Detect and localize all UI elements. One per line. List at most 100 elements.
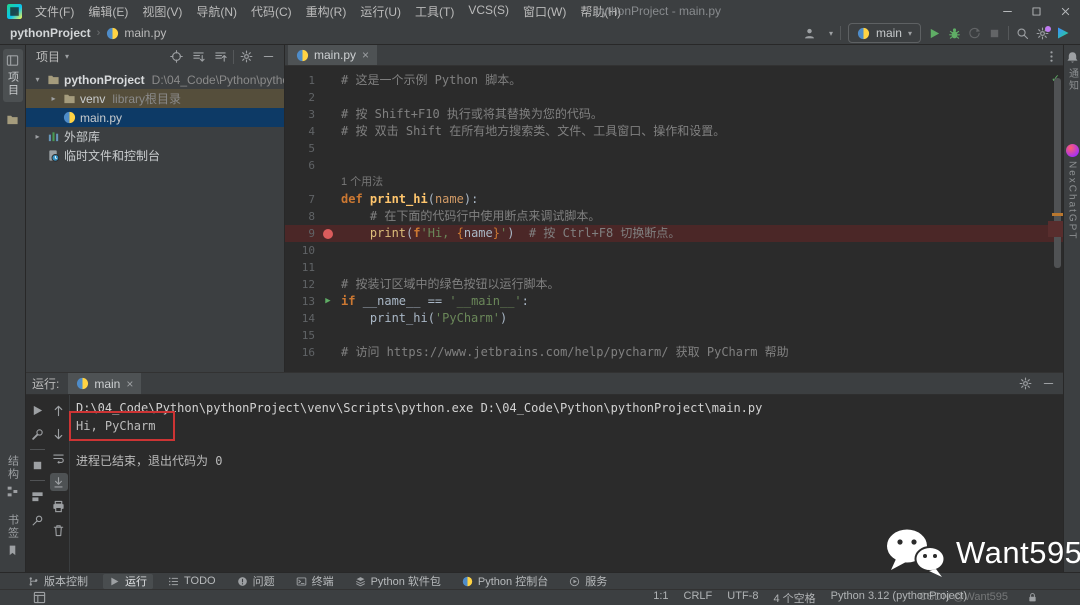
code-text[interactable]: # 这是一个示例 Python 脚本。	[341, 72, 1063, 89]
run-line-icon[interactable]: ▶	[325, 293, 330, 310]
tree-chevron-icon[interactable]: ▸	[32, 132, 43, 141]
line-number[interactable]: 4	[285, 123, 315, 140]
line-number[interactable]: 8	[285, 208, 315, 225]
gutter-spacer[interactable]	[315, 208, 341, 225]
code-text[interactable]: # 按 Shift+F10 执行或将其替换为您的代码。	[341, 106, 1063, 123]
hide-panel-icon[interactable]	[1039, 375, 1057, 393]
menu-item-2[interactable]: 视图(V)	[135, 0, 189, 23]
code-text[interactable]	[341, 259, 1063, 276]
print-icon[interactable]	[50, 497, 68, 515]
restore-layout-icon[interactable]	[28, 487, 46, 505]
line-number[interactable]: 15	[285, 327, 315, 344]
close-tab-icon[interactable]: ×	[362, 48, 369, 62]
maximize-button[interactable]	[1022, 0, 1051, 22]
code-text[interactable]	[341, 327, 1063, 344]
line-number[interactable]: 7	[285, 191, 315, 208]
line-number[interactable]: 2	[285, 89, 315, 106]
line-number[interactable]: 11	[285, 259, 315, 276]
code-text[interactable]: if __name__ == '__main__':	[341, 293, 1063, 310]
status-item-1[interactable]: CRLF	[684, 590, 713, 605]
code-text[interactable]: # 访问 https://www.jetbrains.com/help/pych…	[341, 344, 1063, 361]
status-item-4[interactable]: Python 3.12 (pythonProject)	[831, 590, 967, 605]
code-text[interactable]: # 按 双击 Shift 在所有地方搜索类、文件、工具窗口、操作和设置。	[341, 123, 1063, 140]
tool-window-button-Python 软件包[interactable]: Python 软件包	[349, 574, 447, 589]
code-area[interactable]: 1# 这是一个示例 Python 脚本。23# 按 Shift+F10 执行或将…	[285, 66, 1063, 372]
clear-all-icon[interactable]	[50, 521, 68, 539]
gutter-spacer[interactable]	[315, 140, 341, 157]
window-layout-icon[interactable]	[33, 591, 46, 604]
select-opened-file-icon[interactable]	[167, 47, 186, 66]
scroll-to-end-icon[interactable]	[50, 473, 68, 491]
menu-item-7[interactable]: 工具(T)	[408, 0, 461, 23]
editor-options-icon[interactable]	[1044, 49, 1058, 63]
write-lock-icon[interactable]	[1027, 592, 1038, 603]
code-text[interactable]: print_hi('PyCharm')	[341, 310, 1063, 327]
breadcrumb-project[interactable]: pythonProject	[10, 26, 91, 40]
minimize-button[interactable]	[993, 0, 1022, 22]
run-tab-main[interactable]: main ×	[68, 373, 141, 394]
line-number[interactable]: 13	[285, 293, 315, 310]
profiler-button[interactable]	[968, 27, 981, 40]
line-number[interactable]: 6	[285, 157, 315, 174]
run-gutter[interactable]: ▶	[315, 293, 341, 310]
line-number[interactable]: 14	[285, 310, 315, 327]
line-number[interactable]: 9	[285, 225, 315, 242]
tree-chevron-icon[interactable]: ▸	[48, 94, 59, 103]
stripe-folder-button[interactable]	[4, 108, 21, 131]
status-item-0[interactable]: 1:1	[653, 590, 668, 605]
editor-tab-main-py[interactable]: main.py ×	[288, 45, 377, 65]
line-number[interactable]: 12	[285, 276, 315, 293]
pin-tab-icon[interactable]	[28, 511, 46, 529]
stripe-structure-button[interactable]: 结构	[3, 450, 23, 503]
gutter-spacer[interactable]	[315, 310, 341, 327]
menu-item-0[interactable]: 文件(F)	[28, 0, 81, 23]
gutter-spacer[interactable]	[315, 72, 341, 89]
tree-chevron-icon[interactable]: ▾	[32, 75, 43, 84]
edit-configuration-icon[interactable]	[28, 425, 46, 443]
tree-item-venv[interactable]: ▸venvlibrary根目录	[26, 89, 284, 108]
gutter-spacer[interactable]	[315, 327, 341, 344]
menu-item-9[interactable]: 窗口(W)	[516, 0, 573, 23]
soft-wrap-icon[interactable]	[50, 449, 68, 467]
stop-button[interactable]	[988, 27, 1001, 40]
gutter-spacer[interactable]	[315, 106, 341, 123]
rerun-icon[interactable]	[28, 401, 46, 419]
stripe-project-button[interactable]: 项目	[3, 49, 23, 102]
gutter-spacer[interactable]	[315, 276, 341, 293]
menu-item-6[interactable]: 运行(U)	[353, 0, 408, 23]
prev-occurrence-icon[interactable]	[50, 401, 68, 419]
code-text[interactable]	[341, 89, 1063, 106]
status-item-3[interactable]: 4 个空格	[773, 590, 815, 605]
tree-item-main.py[interactable]: main.py	[26, 108, 284, 127]
line-number[interactable]: 3	[285, 106, 315, 123]
gutter-spacer[interactable]	[315, 89, 341, 106]
stripe-notifications-button[interactable]: 通知	[1065, 49, 1080, 94]
line-number[interactable]: 5	[285, 140, 315, 157]
user-account-icon[interactable]	[798, 27, 822, 40]
tree-item-外部库[interactable]: ▸外部库	[26, 127, 284, 146]
code-text[interactable]	[341, 140, 1063, 157]
breakpoint-gutter[interactable]	[315, 225, 341, 242]
tool-window-button-运行[interactable]: 运行	[103, 574, 153, 589]
stripe-bookmarks-button[interactable]: 书签	[3, 509, 23, 562]
status-item-2[interactable]: UTF-8	[727, 590, 758, 605]
tool-window-button-终端[interactable]: 终端	[290, 574, 340, 589]
line-number[interactable]: 10	[285, 242, 315, 259]
menu-item-8[interactable]: VCS(S)	[461, 0, 516, 23]
code-text[interactable]	[341, 242, 1063, 259]
line-number[interactable]: 16	[285, 344, 315, 361]
stop-icon[interactable]	[28, 456, 46, 474]
gutter-spacer[interactable]	[315, 123, 341, 140]
gutter-spacer[interactable]	[315, 344, 341, 361]
code-text[interactable]: # 在下面的代码行中使用断点来调试脚本。	[341, 208, 1063, 225]
gutter-spacer[interactable]	[315, 259, 341, 276]
code-text[interactable]: # 按装订区域中的绿色按钮以运行脚本。	[341, 276, 1063, 293]
tool-window-button-TODO[interactable]: TODO	[162, 574, 222, 589]
run-settings-gear-icon[interactable]	[1016, 375, 1034, 393]
gutter-spacer[interactable]	[315, 242, 341, 259]
search-everywhere-icon[interactable]	[1016, 27, 1029, 40]
run-configuration-selector[interactable]: main ▾	[848, 23, 921, 43]
tool-window-button-服务[interactable]: 服务	[563, 574, 613, 589]
run-button[interactable]	[928, 27, 941, 40]
close-button[interactable]	[1051, 0, 1080, 22]
